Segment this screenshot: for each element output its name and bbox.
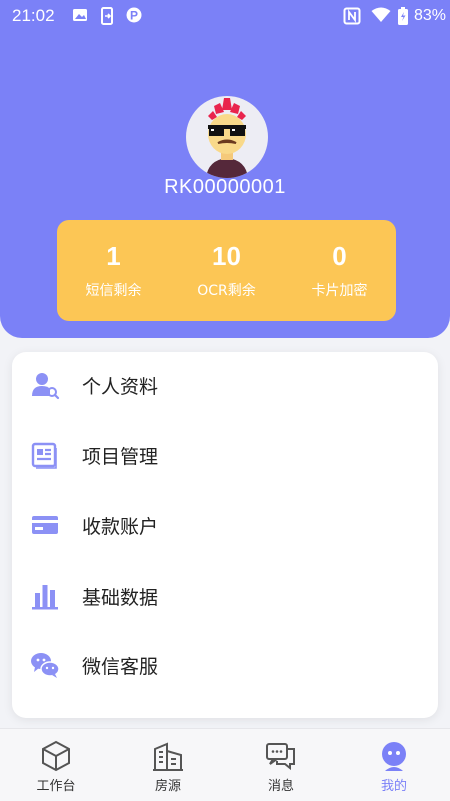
stat-label: 卡片加密	[311, 283, 368, 299]
status-time: 21:02	[12, 6, 55, 25]
menu-item-payment-account[interactable]: 收款账户	[12, 492, 438, 558]
profile-header: 21:02 P 83% RK00000001 1 短信剩余 10 OCR剩余 0…	[0, 0, 450, 338]
nfc-icon	[343, 7, 361, 25]
bottom-tab-bar: 工作台 房源 消息 我的	[0, 728, 450, 801]
profile-icon	[382, 742, 406, 771]
cube-icon	[42, 740, 70, 772]
tab-label: 房源	[154, 779, 181, 794]
stat-label: OCR剩余	[197, 283, 256, 299]
image-icon	[73, 9, 87, 21]
svg-text:P: P	[130, 9, 138, 23]
avatar[interactable]	[186, 96, 268, 178]
tab-label: 消息	[267, 779, 294, 794]
stat-sms-remaining[interactable]: 1 短信剩余	[57, 238, 170, 300]
bar-chart-icon	[32, 585, 58, 610]
stat-value: 10	[212, 241, 241, 271]
menu-label: 基础数据	[82, 587, 159, 609]
tab-label: 我的	[380, 779, 407, 794]
phone-icon	[101, 7, 113, 25]
stat-value: 1	[106, 241, 121, 271]
tab-listings[interactable]: 房源	[112, 729, 224, 801]
stat-ocr-remaining[interactable]: 10 OCR剩余	[170, 238, 283, 300]
tab-mine[interactable]: 我的	[338, 729, 450, 801]
document-list-icon	[31, 442, 57, 469]
menu-item-basic-data[interactable]: 基础数据	[12, 563, 438, 629]
stats-card: 1 短信剩余 10 OCR剩余 0 卡片加密	[57, 220, 396, 321]
status-bar: 21:02 P 83%	[0, 0, 450, 34]
stat-label: 短信剩余	[85, 283, 142, 299]
menu-item-wechat-service[interactable]: 微信客服	[12, 632, 438, 698]
menu-label: 项目管理	[82, 446, 159, 468]
stat-card-encryption[interactable]: 0 卡片加密	[283, 238, 396, 300]
battery-icon	[398, 7, 408, 25]
parking-icon: P	[126, 7, 142, 23]
wifi-icon	[371, 7, 391, 22]
tab-workbench[interactable]: 工作台	[0, 729, 112, 801]
menu-item-project-management[interactable]: 项目管理	[12, 422, 438, 488]
stat-value: 0	[332, 241, 347, 271]
chat-icon	[266, 743, 295, 771]
tab-messages[interactable]: 消息	[225, 729, 337, 801]
battery-percent: 83%	[413, 7, 446, 24]
wechat-icon	[31, 653, 60, 678]
menu-label: 收款账户	[82, 516, 159, 538]
avatar-image	[206, 98, 248, 178]
username: RK00000001	[164, 176, 286, 198]
tab-label: 工作台	[36, 779, 76, 794]
menu-label: 个人资料	[82, 376, 159, 398]
menu-item-profile[interactable]: 个人资料	[12, 352, 438, 418]
menu-label: 微信客服	[82, 656, 159, 678]
user-search-icon	[32, 373, 60, 400]
menu-card: 个人资料 项目管理 收款账户 基础数据 微信客服	[12, 352, 438, 718]
card-icon	[32, 516, 58, 534]
building-icon	[153, 742, 183, 771]
